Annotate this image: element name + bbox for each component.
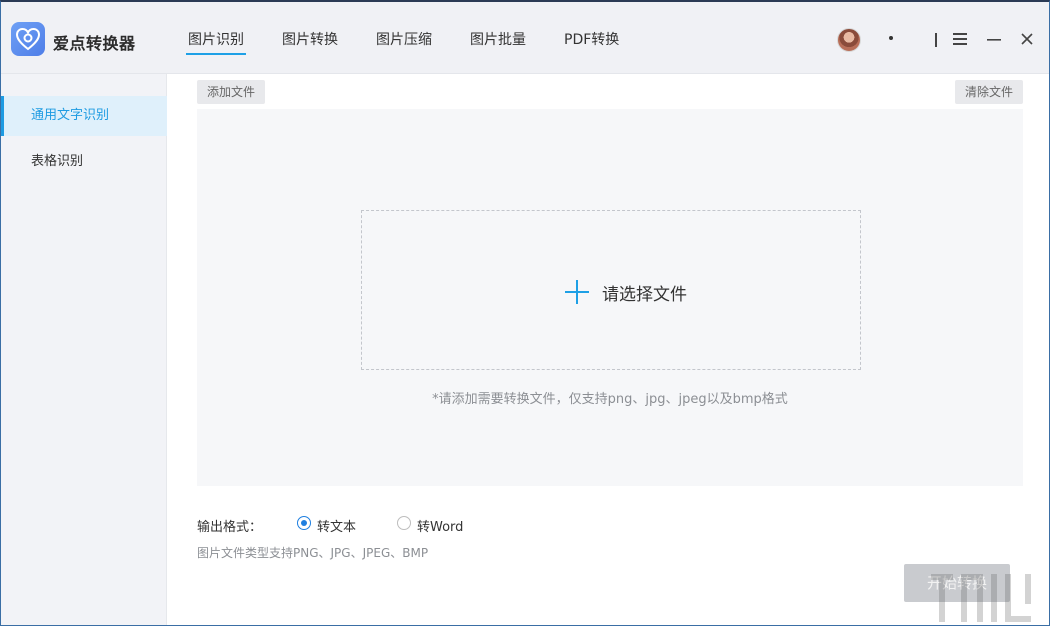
watermark-icon: [931, 574, 1031, 622]
file-drop-panel: 请选择文件 *请添加需要转换文件，仅支持png、jpg、jpeg以及bmp格式: [197, 109, 1023, 486]
sidebar-item-table-ocr[interactable]: 表格识别: [1, 142, 167, 182]
user-avatar[interactable]: [837, 28, 861, 52]
tab-image-compress[interactable]: 图片压缩: [376, 29, 432, 49]
plus-icon: [565, 280, 589, 304]
radio-text-label[interactable]: 转文本: [317, 516, 356, 535]
select-file-label: 请选择文件: [602, 285, 687, 305]
divider: [935, 33, 937, 47]
sidebar-item-general-ocr[interactable]: 通用文字识别: [1, 96, 167, 136]
sidebar: 通用文字识别 表格识别: [1, 74, 167, 625]
app-logo-icon: [11, 22, 45, 56]
tab-image-convert[interactable]: 图片转换: [282, 29, 338, 49]
tab-image-recognition[interactable]: 图片识别: [186, 29, 246, 55]
status-dot: [889, 36, 893, 40]
app-title: 爱点转换器: [53, 34, 136, 53]
minimize-icon[interactable]: [985, 30, 1003, 48]
supported-types-text: 图片文件类型支持PNG、JPG、JPEG、BMP: [197, 546, 429, 560]
select-file-dropzone[interactable]: 请选择文件: [361, 210, 861, 370]
menu-icon[interactable]: [951, 30, 969, 48]
radio-word[interactable]: [397, 516, 411, 530]
add-file-button[interactable]: 添加文件: [197, 80, 266, 104]
radio-word-label[interactable]: 转Word: [417, 516, 463, 535]
header-bar: 爱点转换器 图片识别 图片转换 图片压缩 图片批量 PDF转换: [1, 2, 1049, 74]
format-hint: *请添加需要转换文件，仅支持png、jpg、jpeg以及bmp格式: [432, 392, 788, 407]
output-format-label: 输出格式：: [197, 520, 263, 535]
clear-file-button[interactable]: 清除文件: [955, 80, 1024, 104]
radio-text[interactable]: [297, 516, 311, 530]
close-icon[interactable]: [1018, 30, 1036, 48]
tab-image-batch[interactable]: 图片批量: [470, 29, 526, 49]
tab-pdf-convert[interactable]: PDF转换: [564, 29, 619, 49]
app-window: 爱点转换器 图片识别 图片转换 图片压缩 图片批量 PDF转换 通用文字识别 表…: [0, 0, 1050, 626]
